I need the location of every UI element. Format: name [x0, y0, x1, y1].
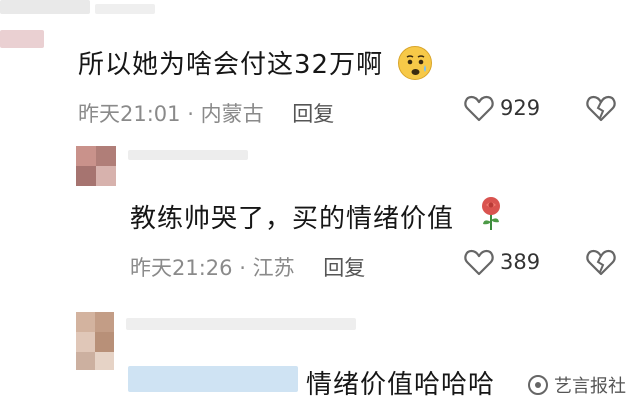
blurred-avatar-top — [0, 30, 44, 48]
comment-1-like-button[interactable]: 929 — [464, 94, 540, 122]
comment-1-text: 所以她为啥会付这32万啊 — [78, 50, 384, 80]
broken-heart-icon — [586, 94, 616, 122]
worried-face-emoji — [398, 46, 432, 80]
comment-3-text: 情绪价值哈哈哈 — [306, 370, 496, 400]
blurred-username-top-2 — [95, 4, 155, 14]
comment-1-reply-button[interactable]: 回复 — [292, 102, 334, 126]
comment-2-blurred-username — [128, 150, 248, 160]
watermark-text: 艺言报社 — [554, 376, 626, 397]
comment-1-dislike-button[interactable] — [586, 94, 616, 122]
comment-1-time: 昨天21:01 — [78, 102, 181, 126]
comment-3-avatar — [76, 312, 114, 370]
comment-2-location: 江苏 — [252, 256, 295, 280]
comment-1-like-count: 929 — [500, 96, 541, 120]
watermark-logo-icon — [528, 375, 548, 395]
comment-3-blurred-username — [126, 318, 356, 330]
meta-separator: · — [187, 102, 194, 126]
comment-2-dislike-button[interactable] — [586, 248, 616, 276]
watermark: 艺言报社 — [528, 372, 626, 398]
broken-heart-icon — [586, 248, 616, 276]
comment-1-meta: 昨天21:01 · 内蒙古 回复 — [78, 98, 334, 128]
comment-3-blurred-reply-target — [128, 366, 298, 392]
comment-2-like-count: 389 — [500, 250, 541, 274]
comment-2-avatar — [76, 146, 116, 186]
comment-2-time: 昨天21:26 — [130, 256, 233, 280]
rose-emoji — [478, 196, 504, 236]
comment-1-location: 内蒙古 — [200, 102, 264, 126]
comment-2-meta: 昨天21:26 · 江苏 回复 — [130, 252, 365, 282]
comment-2-text: 教练帅哭了，买的情绪价值 — [130, 204, 455, 234]
comment-2-like-button[interactable]: 389 — [464, 248, 540, 276]
comment-2-reply-button[interactable]: 回复 — [323, 256, 365, 280]
meta-separator: · — [239, 256, 246, 280]
blurred-username-top — [0, 0, 90, 14]
heart-icon — [464, 94, 494, 122]
heart-icon — [464, 248, 494, 276]
